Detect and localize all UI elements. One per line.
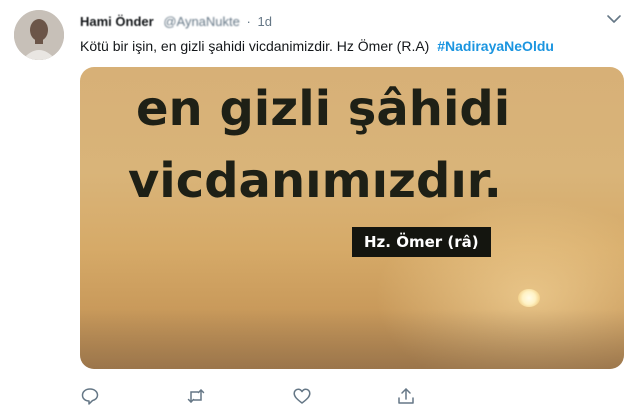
sun-glow <box>518 289 540 307</box>
image-text-line2: vicdanımızdır. <box>128 153 502 209</box>
tweet-text: Kötü bir işin, en gizli şahidi vicdanimi… <box>80 38 628 54</box>
hashtag-link[interactable]: #NadirayaNeOldu <box>437 38 554 54</box>
avatar[interactable] <box>14 10 64 60</box>
author-handle[interactable]: @AynaNukte <box>163 14 240 29</box>
tweet-time[interactable]: 1d <box>257 14 271 29</box>
share-icon[interactable] <box>396 386 416 406</box>
avatar-photo <box>14 10 64 60</box>
tweet[interactable]: Hami Önder @AynaNukte · 1d Kötü bir işin… <box>0 0 640 418</box>
reply-icon[interactable] <box>80 386 100 406</box>
tweet-image[interactable]: en gizli şâhidi vicdanımızdır. Hz. Ömer … <box>80 67 624 369</box>
tweet-actions <box>80 386 520 410</box>
chevron-down-icon[interactable] <box>606 12 622 24</box>
like-icon[interactable] <box>292 386 312 406</box>
author-name[interactable]: Hami Önder <box>80 14 154 29</box>
retweet-icon[interactable] <box>186 386 206 406</box>
image-text-line1: en gizli şâhidi <box>136 81 511 137</box>
tweet-header: Hami Önder @AynaNukte · 1d <box>80 14 272 29</box>
separator-dot: · <box>246 14 251 29</box>
image-attribution: Hz. Ömer (râ) <box>352 227 491 257</box>
tweet-body: Kötü bir işin, en gizli şahidi vicdanimi… <box>80 38 430 54</box>
